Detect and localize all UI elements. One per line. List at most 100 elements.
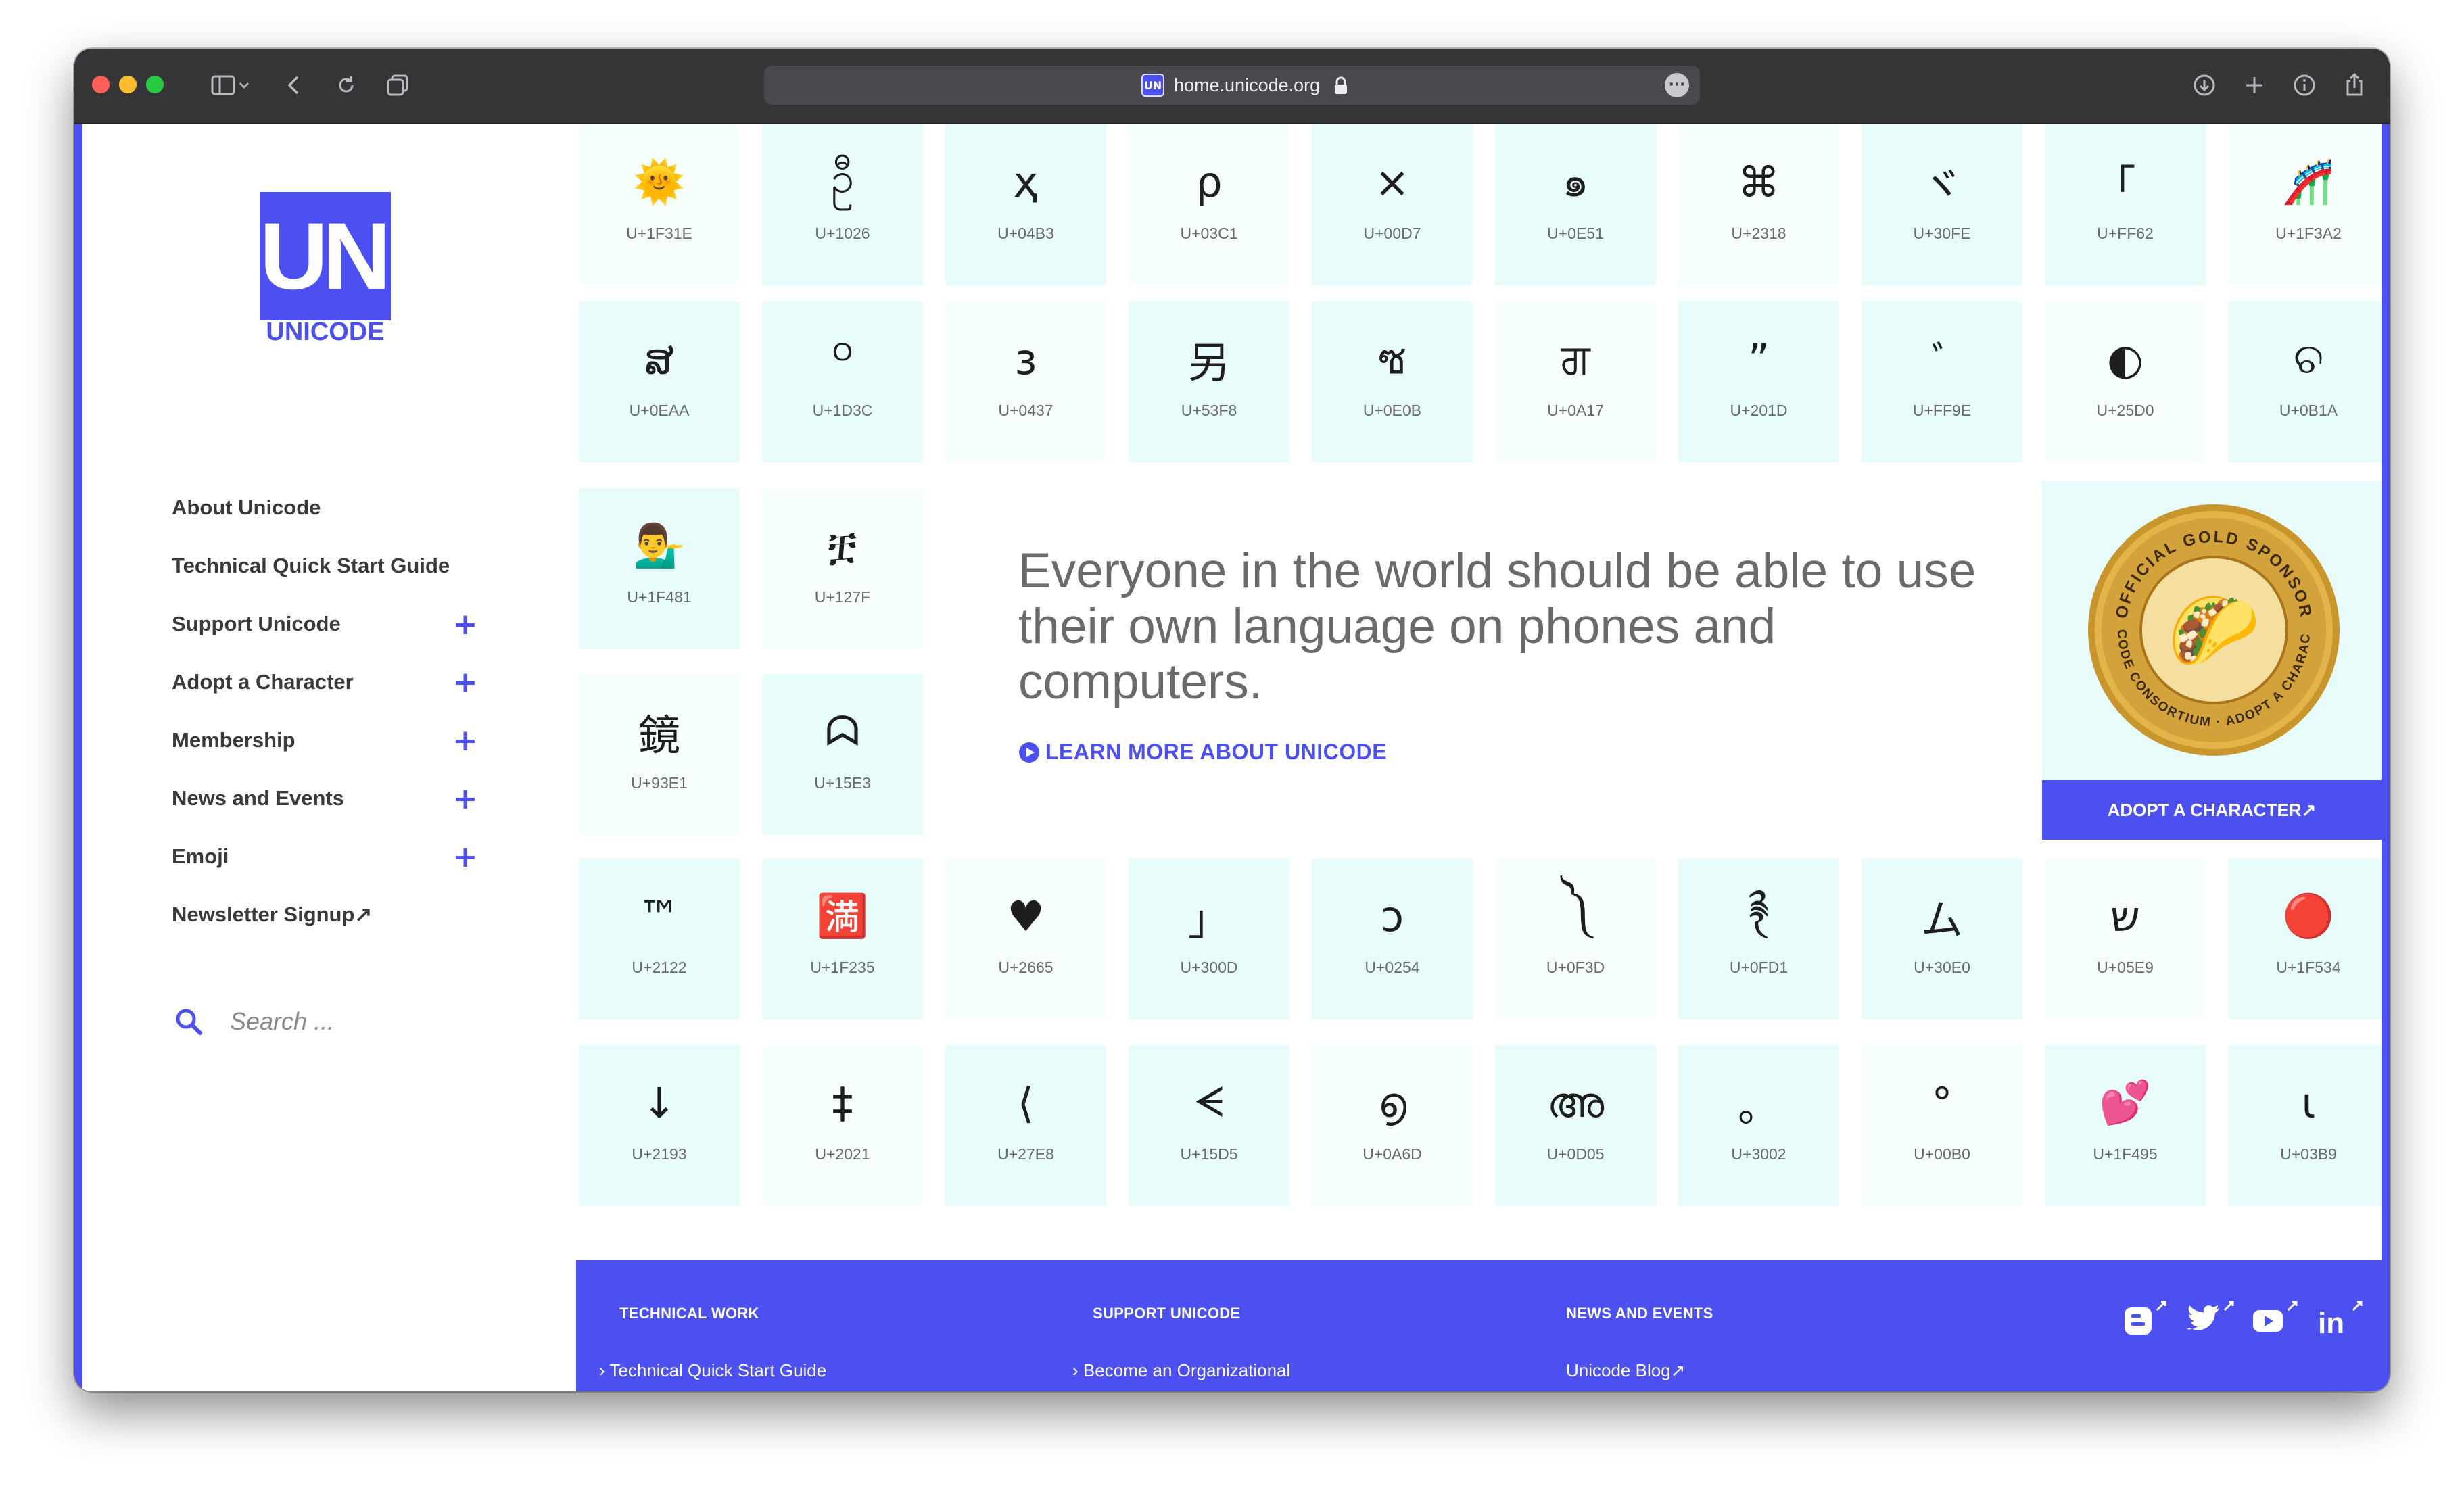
character-tile[interactable]: ᗕ U+15D5	[1129, 1045, 1289, 1206]
expand-adopt-icon[interactable]: +	[452, 668, 479, 698]
character-tile[interactable]: ™ U+2122	[579, 859, 740, 1019]
expand-emoji-icon[interactable]: +	[452, 842, 479, 872]
character-tile[interactable]: ଚ U+0B1A	[2228, 302, 2382, 462]
character-tile[interactable]: ↓ U+2193	[579, 1045, 740, 1206]
more-options-icon[interactable]: ···	[1665, 73, 1689, 97]
character-tile[interactable]: ๑ U+0E51	[1495, 124, 1656, 285]
character-tile[interactable]: 🌞 U+1F31E	[579, 124, 740, 285]
downloads-icon[interactable]	[2188, 69, 2221, 101]
nav-item-emoji[interactable]: Emoji	[172, 840, 496, 873]
youtube-icon[interactable]	[2252, 1298, 2306, 1339]
character-tile[interactable]: ဦ U+1026	[762, 124, 923, 285]
character-tile[interactable]: 💁‍♂️ U+1F481	[579, 488, 740, 649]
character-tile[interactable]: ซ U+0E0B	[1312, 302, 1473, 462]
codepoint-label: U+0A6D	[1363, 1145, 1422, 1163]
character-tile[interactable]: ҳ U+04B3	[945, 124, 1106, 285]
character-tile[interactable]: അ U+0D05	[1495, 1045, 1656, 1206]
character-tile[interactable]: ᴼ U+1D3C	[762, 302, 923, 462]
codepoint-label: U+0EAA	[629, 402, 690, 419]
character-tile[interactable]: ɔ U+0254	[1312, 859, 1473, 1019]
reload-icon[interactable]	[330, 69, 362, 101]
codepoint-label: U+FF9E	[1912, 402, 1972, 419]
character-tile[interactable]: ｢ U+FF62	[2045, 124, 2206, 285]
character-tile[interactable]: 。 U+3002	[1678, 1045, 1839, 1206]
character-tile[interactable]: ⟨ U+27E8	[945, 1045, 1106, 1206]
chevron-down-icon[interactable]	[234, 69, 254, 101]
character-tile[interactable]: ♥ U+2665	[945, 859, 1106, 1019]
character-tile[interactable]: 💕 U+1F495	[2045, 1045, 2206, 1206]
nav-item-support[interactable]: Support Unicode	[172, 607, 496, 641]
character-tile[interactable]: ༽ U+0F3D	[1495, 859, 1656, 1019]
character-glyph: ༽	[1560, 879, 1591, 929]
codepoint-label: U+93E1	[631, 774, 688, 792]
blogger-icon[interactable]	[2122, 1298, 2176, 1339]
character-tile[interactable]: 🔴 U+1F534	[2228, 859, 2382, 1019]
linkedin-icon[interactable]: in	[2317, 1298, 2371, 1340]
codepoint-label: U+2193	[632, 1145, 687, 1163]
share-icon[interactable]	[2338, 69, 2371, 101]
character-tile[interactable]: ◐ U+25D0	[2045, 302, 2206, 462]
character-glyph: ቿ	[828, 521, 857, 570]
gold-sponsor-badge: OFFICIAL GOLD SPONSOR UNICODE CONSORTIUM…	[2085, 502, 2340, 756]
codepoint-label: U+300D	[1180, 959, 1238, 976]
adopt-character-button[interactable]: ADOPT A CHARACTER↗	[2042, 780, 2382, 840]
footer-link-technical-guide[interactable]: › Technical Quick Start Guide	[599, 1360, 826, 1381]
expand-support-icon[interactable]: +	[452, 610, 479, 640]
tab-overview-icon[interactable]	[381, 69, 414, 101]
back-icon[interactable]	[279, 69, 311, 101]
character-glyph: ⌘	[1738, 157, 1780, 207]
zoom-window-button[interactable]	[146, 76, 164, 93]
twitter-icon[interactable]	[2187, 1298, 2241, 1339]
character-tile[interactable]: з U+0437	[945, 302, 1106, 462]
new-tab-icon[interactable]	[2238, 69, 2271, 101]
character-tile[interactable]: 」 U+300D	[1129, 859, 1289, 1019]
codepoint-label: U+15E3	[814, 774, 871, 792]
character-tile[interactable]: 🎢 U+1F3A2	[2228, 124, 2382, 285]
nav-item-about[interactable]: About Unicode	[172, 491, 496, 525]
character-tile[interactable]: ᗣ U+15E3	[762, 674, 923, 835]
nav-item-membership[interactable]: Membership	[172, 723, 496, 757]
codepoint-label: U+00B0	[1914, 1145, 1970, 1163]
footer-link-organizational[interactable]: › Become an Organizational	[1072, 1360, 1290, 1381]
character-tile[interactable]: ム U+30E0	[1862, 859, 2022, 1019]
character-tile[interactable]: ਗ U+0A17	[1495, 302, 1656, 462]
character-tile[interactable]: ヾ U+30FE	[1862, 124, 2022, 285]
character-tile[interactable]: ‡ U+2021	[762, 1045, 923, 1206]
character-tile[interactable]: ສ U+0EAA	[579, 302, 740, 462]
character-tile[interactable]: × U+00D7	[1312, 124, 1473, 285]
unicode-logo[interactable]: UNi UNICODE	[260, 192, 412, 346]
expand-news-icon[interactable]: +	[452, 784, 479, 814]
codepoint-label: U+0437	[998, 402, 1053, 419]
character-tile[interactable]: ι U+03B9	[2228, 1045, 2382, 1206]
character-tile[interactable]: ” U+201D	[1678, 302, 1839, 462]
info-icon[interactable]	[2288, 69, 2321, 101]
character-tile[interactable]: ൭ U+0A6D	[1312, 1045, 1473, 1206]
search-input[interactable]	[229, 1001, 434, 1042]
search-icon[interactable]	[174, 1007, 203, 1036]
character-tile[interactable]: ⌘ U+2318	[1678, 124, 1839, 285]
nav-item-news[interactable]: News and Events	[172, 782, 496, 815]
character-tile[interactable]: 鏡 U+93E1	[579, 674, 740, 835]
character-tile[interactable]: ש U+05E9	[2045, 859, 2206, 1019]
close-window-button[interactable]	[92, 76, 110, 93]
learn-more-link[interactable]: LEARN MORE ABOUT UNICODE	[1018, 740, 1387, 765]
character-glyph: 💁‍♂️	[633, 521, 686, 570]
address-bar[interactable]: UN home.unicode.org ···	[764, 66, 1700, 105]
character-tile[interactable]: ࿑ U+0FD1	[1678, 859, 1839, 1019]
nav-item-adopt[interactable]: Adopt a Character	[172, 665, 496, 699]
nav-item-technical-guide[interactable]: Technical Quick Start Guide	[172, 549, 496, 583]
character-tile[interactable]: ቿ U+127F	[762, 488, 923, 649]
character-glyph: ဦ	[830, 152, 855, 202]
site-favicon: UN	[1141, 74, 1164, 97]
character-tile[interactable]: ﾞ U+FF9E	[1862, 302, 2022, 462]
character-tile[interactable]: ρ U+03C1	[1129, 124, 1289, 285]
url-text: home.unicode.org	[1174, 75, 1321, 95]
character-tile[interactable]: 另 U+53F8	[1129, 302, 1289, 462]
minimize-window-button[interactable]	[119, 76, 137, 93]
expand-membership-icon[interactable]: +	[452, 726, 479, 756]
character-tile[interactable]: ° U+00B0	[1862, 1045, 2022, 1206]
character-glyph: 另	[1187, 338, 1230, 387]
footer-link-blog[interactable]: Unicode Blog↗	[1566, 1360, 1685, 1381]
nav-item-newsletter[interactable]: Newsletter Signup↗	[172, 898, 496, 932]
character-tile[interactable]: 🈵 U+1F235	[762, 859, 923, 1019]
